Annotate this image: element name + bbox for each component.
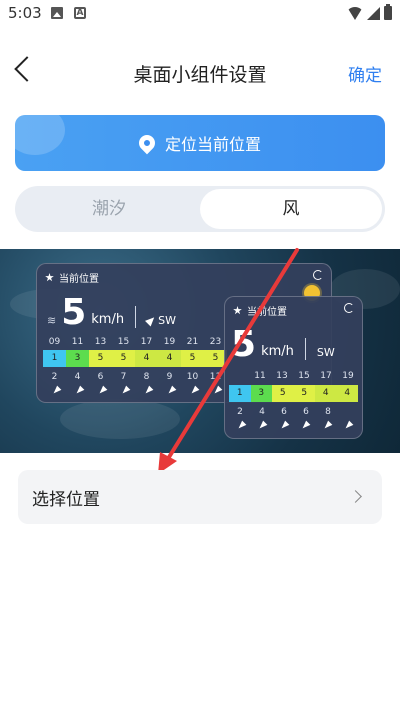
select-location-label: 选择位置 [32, 490, 100, 510]
annotation-arrow [158, 248, 299, 474]
chevron-right-icon [349, 490, 362, 503]
select-location-row[interactable]: 选择位置 [18, 470, 382, 524]
